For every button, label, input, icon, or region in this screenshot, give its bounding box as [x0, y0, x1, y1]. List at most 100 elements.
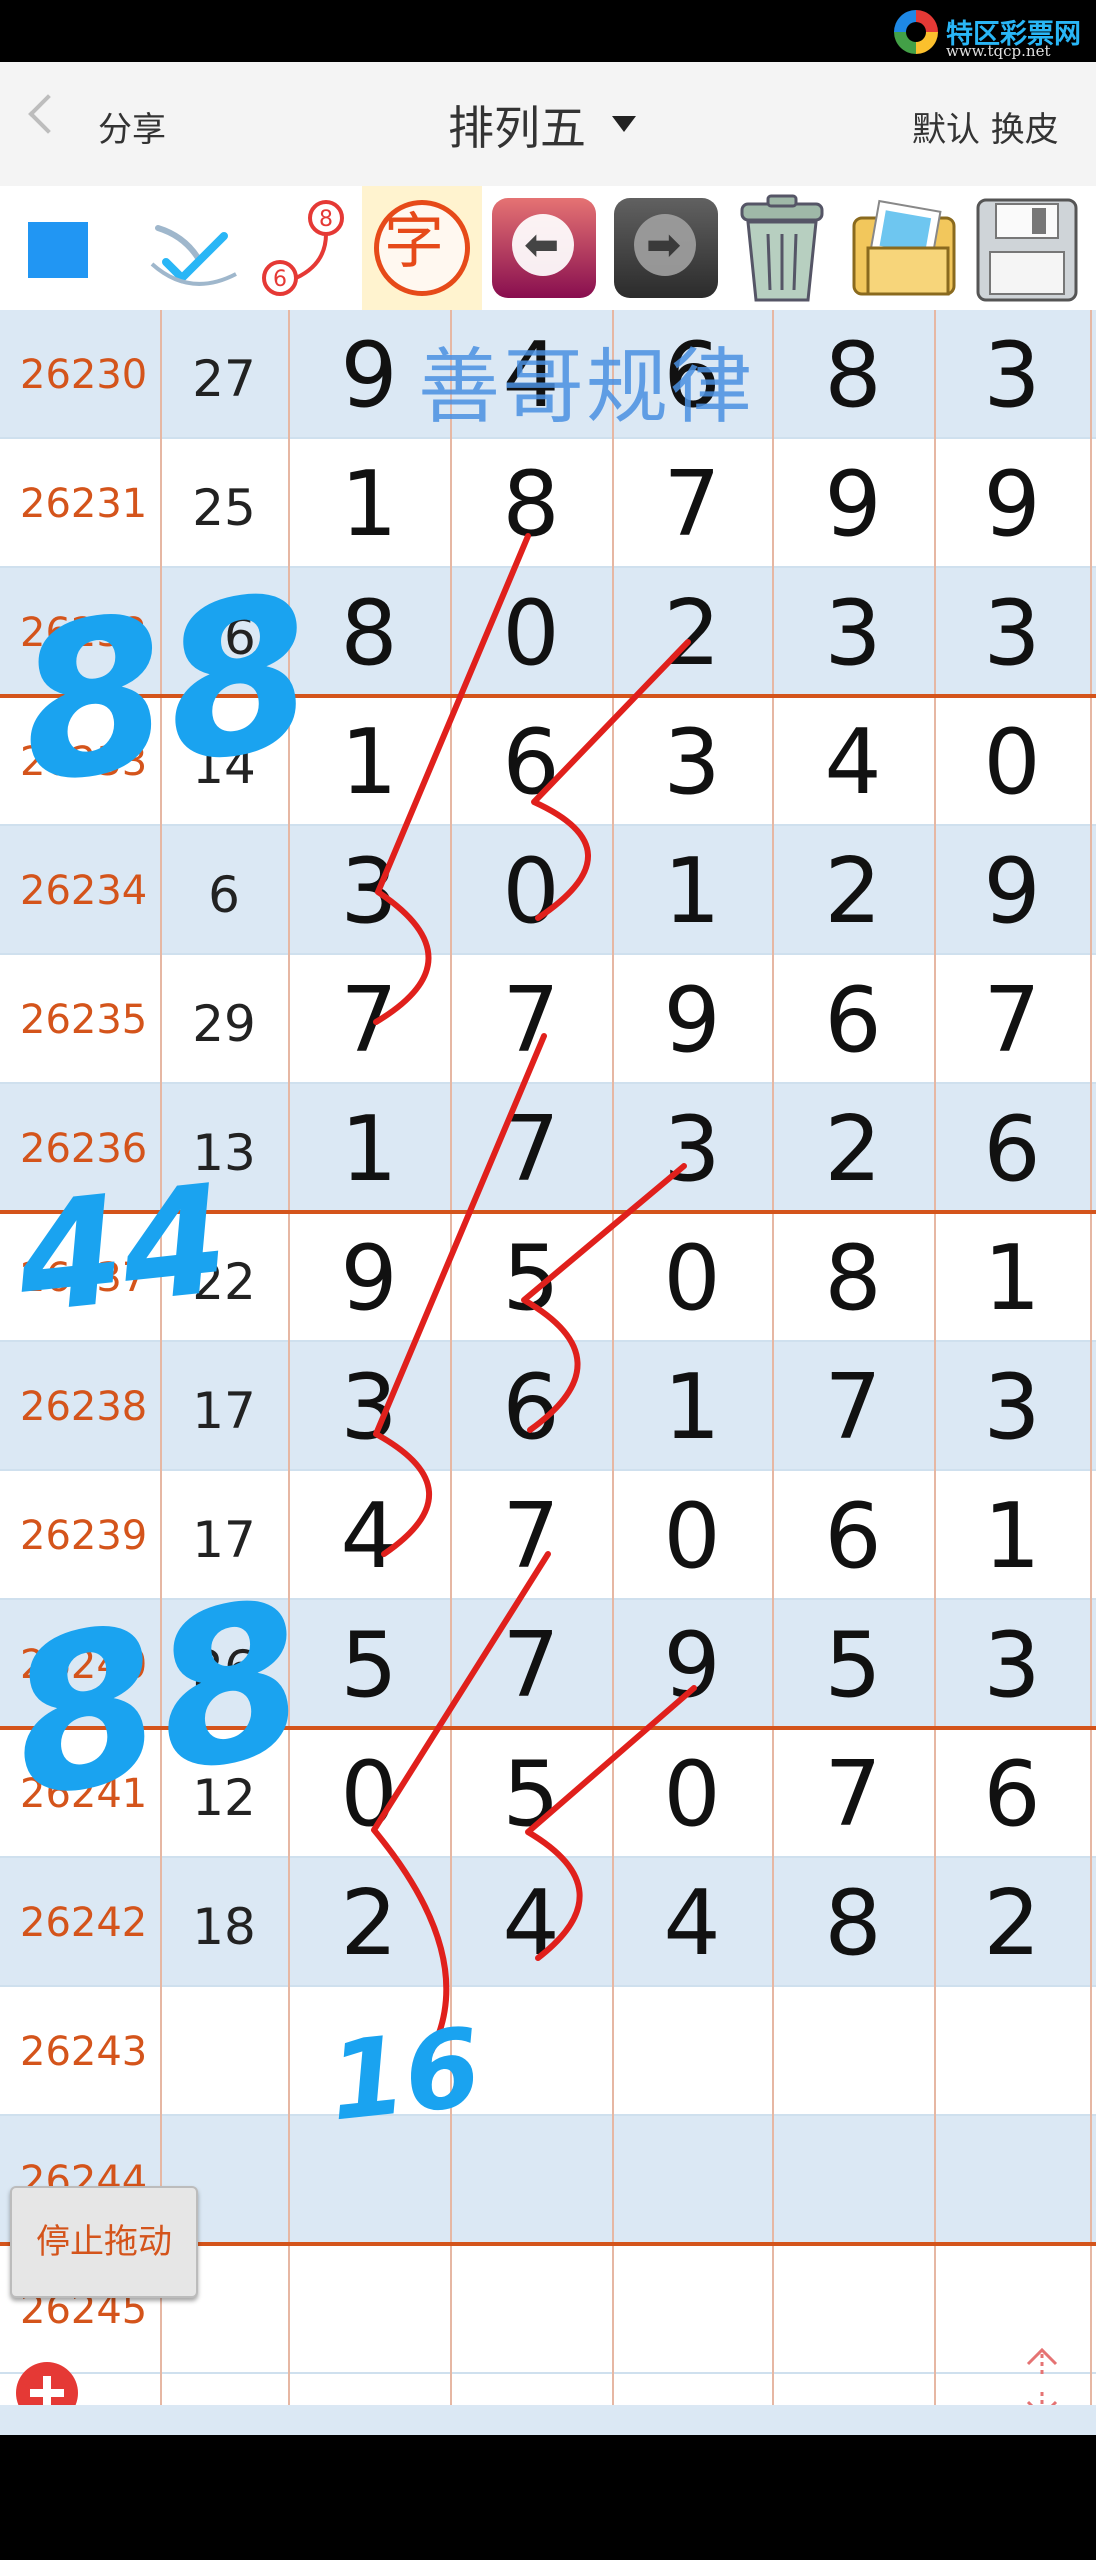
- digit-cell[interactable]: 6: [932, 1100, 1092, 1200]
- digit-cell[interactable]: 0: [451, 842, 611, 942]
- digit-cell[interactable]: 3: [932, 584, 1092, 684]
- table-row: 26235 29 7 7 9 6 7: [0, 955, 1096, 1084]
- digit-cell[interactable]: 7: [773, 1745, 933, 1845]
- issue-number: 26234: [20, 868, 148, 914]
- route-icon[interactable]: 8 6: [254, 194, 354, 304]
- digit-cell[interactable]: 2: [612, 584, 772, 684]
- digit-cell[interactable]: 7: [451, 971, 611, 1071]
- digit-cell[interactable]: 9: [289, 1229, 449, 1329]
- digit-cell[interactable]: 7: [773, 1358, 933, 1458]
- digit-cell[interactable]: 5: [289, 1616, 449, 1716]
- logo-disc-icon: [894, 10, 938, 54]
- digit-cell[interactable]: 5: [451, 1745, 611, 1845]
- digit-cell[interactable]: 4: [451, 1874, 611, 1974]
- redo-button[interactable]: ➡: [614, 198, 718, 298]
- digit-cell[interactable]: 6: [932, 1745, 1092, 1845]
- back-arrow-icon: ⬅: [524, 220, 560, 269]
- issue-number: 26243: [20, 2029, 148, 2075]
- digit-cell[interactable]: 1: [932, 1487, 1092, 1587]
- digit-cell[interactable]: 3: [773, 584, 933, 684]
- digit-cell[interactable]: 9: [932, 455, 1092, 555]
- digit-cell[interactable]: 7: [289, 971, 449, 1071]
- sum-value: 18: [192, 1898, 256, 1956]
- digit-cell[interactable]: 0: [612, 1745, 772, 1845]
- back-chevron-icon[interactable]: [28, 94, 68, 134]
- digit-cell[interactable]: 1: [612, 842, 772, 942]
- digit-cell[interactable]: 7: [451, 1100, 611, 1200]
- digit-cell[interactable]: 3: [932, 326, 1092, 426]
- digit-cell[interactable]: 7: [612, 455, 772, 555]
- table-footer: [0, 2405, 1096, 2435]
- text-tool-button[interactable]: 字: [362, 186, 482, 310]
- issue-number: 26230: [20, 352, 148, 398]
- digit-cell[interactable]: 3: [932, 1358, 1092, 1458]
- digit-cell[interactable]: 5: [773, 1616, 933, 1716]
- route-label-bottom: 6: [273, 267, 287, 292]
- digit-cell[interactable]: 8: [773, 1874, 933, 1974]
- digit-cell[interactable]: 6: [451, 1358, 611, 1458]
- stop-drag-button[interactable]: 停止拖动: [10, 2186, 198, 2298]
- sum-value: 17: [192, 1382, 256, 1440]
- system-nav-bar: [0, 2435, 1096, 2560]
- digit-cell[interactable]: 9: [612, 1616, 772, 1716]
- digit-cell[interactable]: 3: [289, 1358, 449, 1458]
- digit-cell[interactable]: 8: [773, 326, 933, 426]
- digit-cell[interactable]: 6: [773, 1487, 933, 1587]
- digit-cell[interactable]: 7: [451, 1616, 611, 1716]
- issue-number: 26239: [20, 1513, 148, 1559]
- digit-cell[interactable]: 9: [773, 455, 933, 555]
- digit-cell[interactable]: 3: [932, 1616, 1092, 1716]
- digit-cell[interactable]: 0: [451, 584, 611, 684]
- caret-down-icon[interactable]: [612, 116, 636, 132]
- pen-check-icon[interactable]: [140, 200, 250, 300]
- digit-cell[interactable]: 7: [932, 971, 1092, 1071]
- share-button[interactable]: 分享: [98, 102, 166, 151]
- digit-cell[interactable]: 8: [289, 584, 449, 684]
- issue-number: 26235: [20, 997, 148, 1043]
- save-disk-icon[interactable]: [970, 194, 1084, 306]
- digit-cell[interactable]: 8: [451, 455, 611, 555]
- digit-cell[interactable]: 3: [612, 713, 772, 813]
- square-icon[interactable]: [28, 222, 88, 278]
- digit-cell[interactable]: 7: [451, 1487, 611, 1587]
- digit-cell[interactable]: 0: [612, 1487, 772, 1587]
- digit-cell[interactable]: 0: [612, 1229, 772, 1329]
- digit-cell[interactable]: 6: [451, 713, 611, 813]
- logo-url: www.tqcp.net: [946, 42, 1051, 60]
- photos-icon[interactable]: [848, 198, 966, 302]
- issue-number: 26231: [20, 481, 148, 527]
- table-row: 26234 6 3 0 1 2 9: [0, 826, 1096, 955]
- digit-cell[interactable]: 8: [773, 1229, 933, 1329]
- digit-cell[interactable]: 1: [612, 1358, 772, 1458]
- digit-cell[interactable]: 3: [289, 842, 449, 942]
- col-line: [612, 310, 614, 2405]
- col-line: [772, 310, 774, 2405]
- digit-cell[interactable]: 6: [773, 971, 933, 1071]
- digit-cell[interactable]: 2: [773, 1100, 933, 1200]
- undo-button[interactable]: ⬅: [492, 198, 596, 298]
- digit-cell[interactable]: 3: [612, 1100, 772, 1200]
- digit-cell[interactable]: 9: [612, 971, 772, 1071]
- site-logo: 特区彩票网 www.tqcp.net: [888, 6, 1088, 60]
- digit-cell[interactable]: 4: [612, 1874, 772, 1974]
- route-label-top: 8: [319, 207, 333, 232]
- digit-cell[interactable]: 0: [932, 713, 1092, 813]
- digit-cell[interactable]: 9: [932, 842, 1092, 942]
- digit-cell[interactable]: 4: [289, 1487, 449, 1587]
- digit-cell[interactable]: 1: [289, 1100, 449, 1200]
- status-bar: 特区彩票网 www.tqcp.net: [0, 0, 1096, 62]
- digit-cell[interactable]: 2: [289, 1874, 449, 1974]
- digit-cell[interactable]: 1: [932, 1229, 1092, 1329]
- digit-cell[interactable]: 2: [773, 842, 933, 942]
- table-row: 26238 17 3 6 1 7 3: [0, 1342, 1096, 1471]
- page-title[interactable]: 排列五: [448, 92, 586, 158]
- issue-number: 26238: [20, 1384, 148, 1430]
- digit-cell[interactable]: 5: [451, 1229, 611, 1329]
- trash-icon[interactable]: [728, 194, 836, 306]
- digit-cell[interactable]: 4: [773, 713, 933, 813]
- digit-cell[interactable]: 2: [932, 1874, 1092, 1974]
- digit-cell[interactable]: 1: [289, 455, 449, 555]
- issue-number: 26242: [20, 1900, 148, 1946]
- skin-menu[interactable]: 默认 换皮: [912, 102, 1059, 151]
- sum-value: 29: [192, 995, 256, 1053]
